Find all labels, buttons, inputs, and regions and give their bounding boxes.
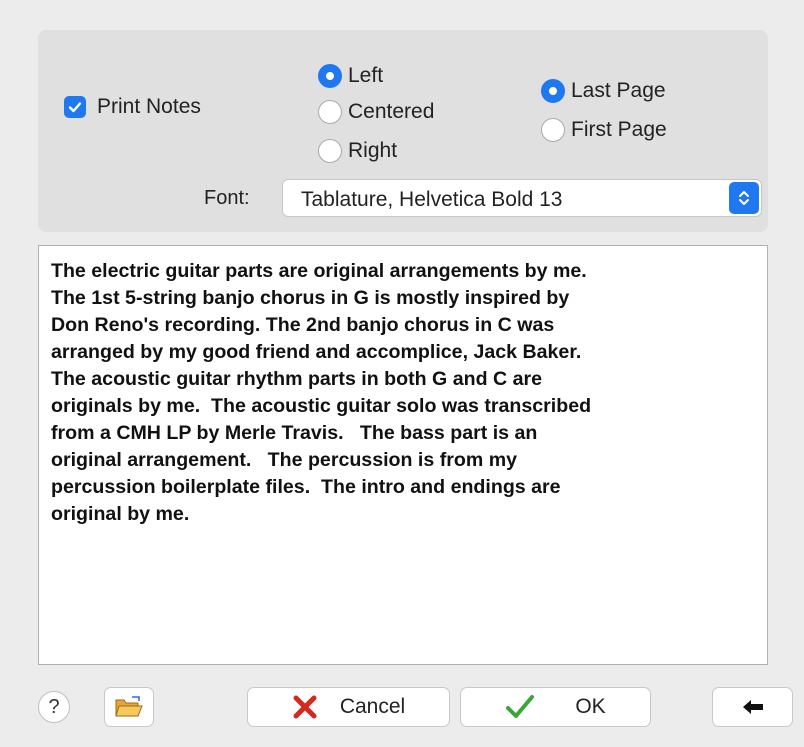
radio-centered[interactable]: Centered [318,100,434,124]
radio-left[interactable]: Left [318,64,383,88]
radio-first-page-label: First Page [571,118,667,141]
open-folder-icon [115,696,143,717]
radio-right-label: Right [348,139,398,162]
radio-selected-icon[interactable] [541,79,565,103]
radio-last-page[interactable]: Last Page [541,79,666,103]
font-select[interactable]: Tablature, Helvetica Bold 13 [282,179,762,217]
back-button[interactable] [712,687,793,727]
notes-textarea[interactable]: The electric guitar parts are original a… [38,245,768,665]
back-arrow-icon [742,700,763,714]
print-notes-label: Print Notes [97,95,201,118]
cancel-label: Cancel [339,695,406,718]
cancel-x-icon [293,695,317,719]
ok-checkmark-icon [506,695,535,718]
radio-unselected-icon[interactable] [318,100,342,124]
font-select-value: Tablature, Helvetica Bold 13 [301,188,563,211]
notes-text[interactable]: The electric guitar parts are original a… [39,246,767,540]
cancel-button[interactable]: Cancel [247,687,450,727]
radio-centered-label: Centered [348,100,435,123]
help-button[interactable]: ? [38,691,70,723]
radio-right[interactable]: Right [318,139,397,163]
help-icon: ? [48,695,60,718]
ok-label: OK [575,695,606,718]
radio-unselected-icon[interactable] [541,118,565,142]
radio-first-page[interactable]: First Page [541,118,667,142]
font-label: Font: [204,187,250,209]
ok-button[interactable]: OK [460,687,651,727]
radio-unselected-icon[interactable] [318,139,342,163]
radio-left-label: Left [348,64,384,87]
checkbox-checked-icon[interactable] [64,96,86,118]
open-folder-button[interactable] [104,687,154,727]
print-notes-checkbox[interactable]: Print Notes [64,95,201,119]
chevron-updown-icon[interactable] [729,182,759,214]
radio-selected-icon[interactable] [318,64,342,88]
radio-last-page-label: Last Page [571,79,666,102]
